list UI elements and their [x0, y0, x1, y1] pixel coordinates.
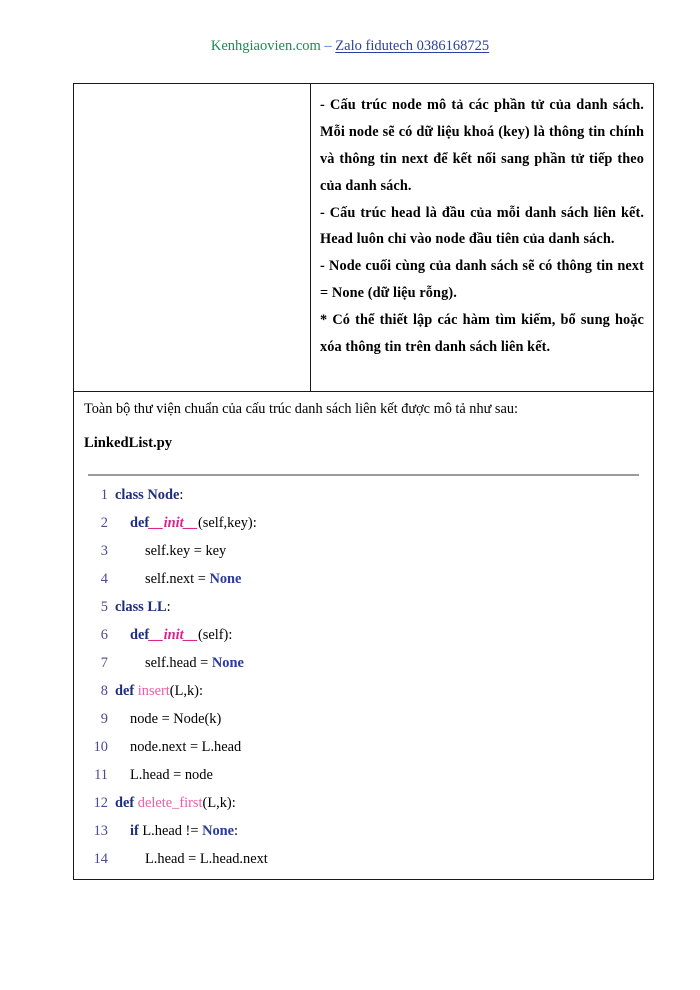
code-token-plain: self.head =	[145, 654, 212, 671]
code-line-number: 7	[100, 654, 108, 671]
code-line-number: 1	[100, 486, 108, 503]
code-token-plain: self.key = key	[145, 542, 227, 559]
code-line: 9 node = Node(k)	[86, 710, 645, 740]
code-token-fn: delete_first	[137, 794, 203, 811]
description-paragraph-1: - Cấu trúc node mô tả các phần tử của da…	[320, 97, 644, 194]
code-token-kw: def	[115, 794, 135, 811]
header-site-name: Kenhgiaovien.com	[210, 38, 321, 54]
header-zalo-link[interactable]: Zalo fidutech 0386168725	[335, 38, 489, 54]
code-line-text: self.next = None	[115, 572, 241, 586]
code-token-plain: L.head = node	[130, 766, 213, 783]
code-token-dunder: __init__	[149, 626, 198, 643]
code-token-kw: def	[130, 514, 150, 531]
code-token-kw: class	[115, 598, 144, 615]
code-line-text: node = Node(k)	[115, 712, 221, 726]
code-line: 11 L.head = node	[86, 766, 645, 796]
code-line-text: def insert(L,k):	[115, 684, 203, 698]
code-line-text: class Node:	[115, 488, 183, 502]
code-line: 3 self.key = key	[86, 542, 645, 572]
code-line: 10 node.next = L.head	[86, 738, 645, 768]
code-line: 2 def__init__(self,key):	[86, 514, 645, 544]
code-line-text: if L.head != None:	[115, 824, 238, 838]
document-body: Toàn bộ thư viện chuẩn của cấu trúc danh…	[74, 392, 653, 880]
code-line: 7 self.head = None	[86, 654, 645, 684]
code-token-plain: L.head = L.head.next	[145, 850, 268, 867]
code-line-number: 14	[93, 850, 108, 867]
code-token-dunder: __init__	[149, 514, 198, 531]
header-separator: –	[320, 38, 336, 54]
code-line: 6 def__init__(self):	[86, 626, 645, 656]
code-line: 12 def delete_first(L,k):	[86, 794, 645, 824]
code-token-plain: (L,k):	[169, 682, 203, 699]
code-token-kw: def	[130, 626, 150, 643]
code-token-kw: def	[115, 682, 135, 699]
code-token-plain: (L,k):	[202, 794, 236, 811]
code-separator-rule	[88, 473, 639, 476]
code-line: 13 if L.head != None:	[86, 822, 645, 852]
code-token-plain: :	[166, 598, 171, 615]
code-line-number: 3	[100, 542, 108, 559]
code-line: 5 class LL:	[86, 598, 645, 628]
code-line-text: L.head = node	[115, 768, 213, 782]
code-token-none: None	[211, 654, 244, 671]
code-token-kw: if	[130, 822, 139, 839]
code-token-kw: Node	[147, 486, 180, 503]
code-line-text: node.next = L.head	[115, 740, 241, 754]
code-token-kw: LL	[147, 598, 167, 615]
code-token-plain: L.head !=	[138, 822, 203, 839]
code-token-fn: insert	[137, 682, 170, 699]
description-paragraph-2: - Cấu trúc head là đầu của mỗi danh sách…	[320, 204, 644, 248]
code-line: 4 self.next = None	[86, 570, 645, 600]
code-line: 8 def insert(L,k):	[86, 682, 645, 712]
code-token-plain: :	[179, 486, 184, 503]
code-line-number: 8	[100, 682, 108, 699]
code-block: 1 class Node: 2 def__init__(self,key): 3 self…	[82, 486, 645, 880]
code-line-number: 6	[100, 626, 108, 643]
code-line-number: 10	[93, 738, 108, 755]
code-line-text: self.key = key	[115, 544, 226, 558]
code-line-number: 13	[93, 822, 108, 839]
code-token-plain: node.next = L.head	[130, 738, 242, 755]
code-line-number: 4	[100, 570, 108, 587]
code-token-kw: class	[115, 486, 144, 503]
code-line-text: def delete_first(L,k):	[115, 796, 236, 810]
code-line-number: 2	[100, 514, 108, 531]
code-token-plain: :	[234, 822, 239, 839]
page-header: Kenhgiaovien.com – Zalo fidutech 0386168…	[0, 38, 700, 55]
code-file-heading: LinkedList.py	[84, 434, 173, 451]
code-line-text: self.head = None	[115, 656, 244, 670]
code-line-number: 9	[100, 710, 108, 727]
code-token-none: None	[202, 822, 235, 839]
code-token-plain: node = Node(k)	[130, 710, 222, 727]
code-token-plain: self.next =	[145, 570, 210, 587]
intro-text: Toàn bộ thư viện chuẩn của cấu trúc danh…	[84, 401, 518, 417]
code-line-number: 11	[94, 766, 108, 783]
code-line-number: 5	[100, 598, 108, 615]
document-frame: - Cấu trúc node mô tả các phần tử của da…	[73, 83, 654, 880]
code-line-text: L.head = L.head.next	[115, 852, 268, 866]
code-token-plain: (self):	[197, 626, 233, 643]
code-token-plain: (self,key):	[197, 514, 257, 531]
code-line-text: def__init__(self,key):	[115, 516, 257, 530]
table-cell-left-empty	[74, 84, 311, 391]
code-line-text: def__init__(self):	[115, 628, 232, 642]
description-paragraph-4: * Có thể thiết lập các hàm tìm kiếm, bổ …	[320, 312, 644, 355]
code-line: 1 class Node:	[86, 486, 645, 516]
code-line: 14 L.head = L.head.next	[86, 850, 645, 880]
code-line-number: 12	[93, 794, 108, 811]
code-token-none: None	[209, 570, 242, 587]
code-line-text: class LL:	[115, 600, 171, 614]
table-row: - Cấu trúc node mô tả các phần tử của da…	[74, 84, 653, 392]
table-cell-right-description: - Cấu trúc node mô tả các phần tử của da…	[311, 84, 653, 391]
description-paragraph-3: - Node cuối cùng của danh sách sẽ có thô…	[320, 258, 644, 302]
